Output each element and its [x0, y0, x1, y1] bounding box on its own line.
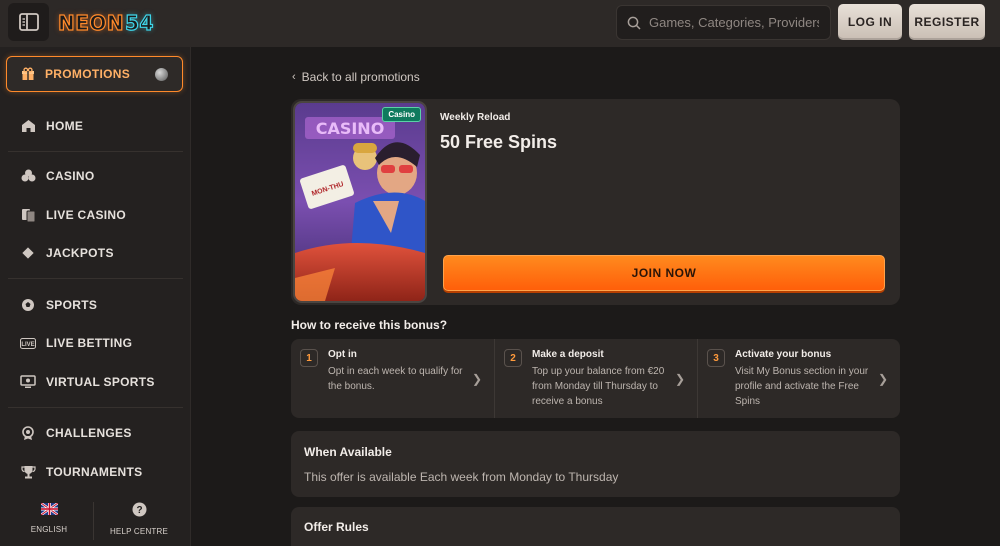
- sidebar-item-virtual-sports[interactable]: VIRTUAL SPORTS: [20, 371, 155, 393]
- sidebar-item-jackpots[interactable]: JACKPOTS: [20, 242, 114, 264]
- availability-text: This offer is available Each week from M…: [304, 470, 619, 484]
- step-description: Opt in each week to qualify for the bonu…: [328, 366, 463, 392]
- chevron-right-icon: ❯: [674, 372, 685, 386]
- language-selector[interactable]: ENGLISH: [22, 502, 76, 534]
- sidebar-item-label: CHALLENGES: [46, 426, 132, 440]
- register-button[interactable]: REGISTER: [909, 4, 985, 40]
- back-to-promotions-link[interactable]: ‹ Back to all promotions: [292, 70, 420, 84]
- step-title: Opt in: [328, 349, 357, 360]
- bonus-image: CASINO MON-THU Casino: [293, 101, 427, 303]
- coin-icon: [155, 68, 168, 81]
- bonus-steps: 1 Opt in Opt in each week to qualify for…: [291, 339, 900, 418]
- footer-divider: [93, 502, 94, 540]
- live-badge-icon: LIVE: [20, 335, 36, 351]
- chevron-right-icon: ❯: [877, 372, 888, 386]
- how-to-receive-heading: How to receive this bonus?: [291, 318, 448, 332]
- sidebar-item-label: TOURNAMENTS: [46, 465, 143, 479]
- help-centre-link[interactable]: ? HELP CENTRE: [108, 502, 170, 536]
- offer-rules-heading: Offer Rules: [304, 520, 369, 534]
- sidebar-item-label: SPORTS: [46, 298, 98, 312]
- logo-number: 54: [125, 10, 155, 35]
- step-description: Top up your balance from €20 from Monday…: [532, 366, 665, 407]
- sidebar-item-home[interactable]: HOME: [20, 115, 83, 137]
- step-number: 2: [504, 349, 522, 367]
- svg-text:CASINO: CASINO: [316, 119, 385, 138]
- bonus-illustration: CASINO MON-THU: [295, 103, 425, 301]
- availability-panel: When Available This offer is available E…: [291, 431, 900, 497]
- bonus-title: 50 Free Spins: [440, 132, 558, 152]
- chevron-left-icon: ‹: [292, 71, 296, 83]
- language-label: ENGLISH: [30, 525, 68, 534]
- logo-text: NEON: [57, 10, 125, 35]
- sidebar-item-promotions[interactable]: PROMOTIONS: [6, 56, 183, 92]
- live-cards-icon: [20, 207, 36, 223]
- bonus-card: CASINO MON-THU Casino Weekly Reload 50 F…: [291, 99, 900, 305]
- sidebar-item-casino[interactable]: CASINO: [20, 165, 94, 187]
- help-label: HELP CENTRE: [109, 527, 169, 536]
- home-icon: [20, 118, 36, 134]
- search-icon: [627, 16, 641, 30]
- gift-icon: [22, 67, 34, 80]
- category-badge: Casino: [382, 107, 421, 122]
- uk-flag-icon: [39, 502, 59, 516]
- step-number: 1: [300, 349, 318, 367]
- login-button[interactable]: LOG IN: [838, 4, 902, 40]
- sidebar-toggle-icon: [18, 13, 39, 31]
- offer-rules-panel[interactable]: Offer Rules: [291, 507, 900, 546]
- sidebar-item-label: JACKPOTS: [46, 246, 114, 260]
- sidebar-divider: [8, 407, 183, 408]
- search-box[interactable]: [616, 5, 831, 40]
- sidebar-item-label: VIRTUAL SPORTS: [46, 375, 155, 389]
- svg-text:LIVE: LIVE: [21, 342, 34, 348]
- sidebar-divider: [8, 151, 183, 152]
- trophy-icon: [20, 464, 36, 480]
- sidebar-item-label: PROMOTIONS: [45, 67, 131, 81]
- cards-suit-icon: [20, 168, 36, 184]
- availability-heading: When Available: [304, 445, 392, 459]
- monitor-icon: [20, 374, 36, 390]
- step-number: 3: [707, 349, 725, 367]
- sidebar: PROMOTIONS HOME CASINO LIVE CASINO JACKP…: [0, 47, 191, 546]
- join-now-button[interactable]: JOIN NOW: [443, 255, 885, 291]
- medal-icon: [20, 425, 36, 441]
- step-opt-in[interactable]: 1 Opt in Opt in each week to qualify for…: [291, 339, 494, 418]
- svg-text:?: ?: [136, 505, 142, 516]
- top-header: NEON54 LOG IN REGISTER: [0, 0, 1000, 47]
- sidebar-item-sports[interactable]: SPORTS: [20, 294, 97, 316]
- step-description: Visit My Bonus section in your profile a…: [735, 366, 869, 407]
- help-icon: ?: [132, 502, 146, 517]
- sidebar-item-label: CASINO: [46, 169, 95, 183]
- step-activate-bonus[interactable]: 3 Activate your bonus Visit My Bonus sec…: [697, 339, 900, 418]
- step-make-deposit[interactable]: 2 Make a deposit Top up your balance fro…: [494, 339, 697, 418]
- sidebar-footer: ENGLISH ? HELP CENTRE: [0, 500, 191, 546]
- sidebar-item-live-casino[interactable]: LIVE CASINO: [20, 204, 126, 226]
- site-logo[interactable]: NEON 54: [57, 7, 155, 39]
- dice-icon: [20, 245, 36, 261]
- step-title: Make a deposit: [532, 349, 604, 360]
- sidebar-toggle-button[interactable]: [8, 3, 49, 41]
- back-link-label: Back to all promotions: [301, 70, 420, 84]
- step-title: Activate your bonus: [735, 349, 832, 360]
- sidebar-item-label: HOME: [46, 119, 84, 133]
- sidebar-item-live-betting[interactable]: LIVE LIVE BETTING: [20, 332, 132, 354]
- bonus-subtitle: Weekly Reload: [440, 112, 511, 123]
- soccer-ball-icon: [20, 297, 36, 313]
- sidebar-item-label: LIVE CASINO: [46, 208, 126, 222]
- sidebar-item-tournaments[interactable]: TOURNAMENTS: [20, 461, 142, 483]
- chevron-right-icon: ❯: [471, 372, 482, 386]
- sidebar-divider: [8, 278, 183, 279]
- sidebar-item-label: LIVE BETTING: [46, 336, 133, 350]
- sidebar-item-challenges[interactable]: CHALLENGES: [20, 422, 132, 444]
- search-input[interactable]: [649, 15, 819, 30]
